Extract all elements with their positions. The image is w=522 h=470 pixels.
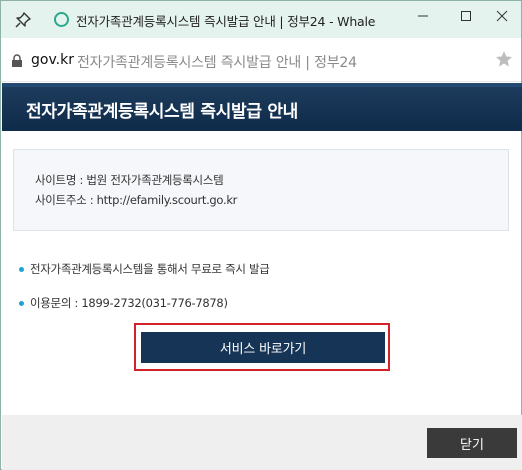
minimize-icon (418, 15, 428, 17)
lock-icon[interactable] (11, 53, 23, 67)
service-shortcut-button[interactable]: 서비스 바로가기 (141, 332, 385, 363)
maximize-button[interactable] (448, 1, 484, 31)
list-item: 전자가족관계등록시스템을 통해서 무료로 즉시 발급 (19, 261, 270, 277)
address-bar[interactable]: gov.kr 전자가족관계등록시스템 즉시발급 안내 | 정부24 (1, 38, 521, 82)
page-title: 전자가족관계등록시스템 즉시발급 안내 (26, 102, 299, 122)
maximize-icon (461, 11, 471, 21)
browser-popup-window: 전자가족관계등록시스템 즉시발급 안내 | 정부24 - Whale gov.k… (0, 0, 522, 470)
address-domain: gov.kr (31, 52, 74, 68)
whale-favicon-icon (54, 12, 69, 27)
popup-header: 전자가족관계등록시스템 즉시발급 안내 (2, 83, 522, 131)
popup-footer: 닫기 (2, 415, 522, 470)
pin-icon[interactable] (13, 10, 33, 30)
minimize-button[interactable] (405, 1, 441, 31)
site-name: 사이트명 : 법원 전자가족관계등록시스템 (35, 173, 224, 187)
bullet-text: 전자가족관계등록시스템을 통해서 무료로 즉시 발급 (30, 262, 270, 276)
bullet-text: 이용문의 : 1899-2732(031-776-7878) (30, 296, 228, 310)
site-info-box: 사이트명 : 법원 전자가족관계등록시스템 사이트주소 : http://efa… (13, 149, 509, 231)
title-bar: 전자가족관계등록시스템 즉시발급 안내 | 정부24 - Whale (1, 1, 521, 38)
close-button[interactable]: 닫기 (427, 428, 517, 458)
star-icon[interactable] (495, 50, 513, 68)
bullet-icon (19, 300, 24, 306)
close-window-button[interactable] (484, 1, 520, 31)
site-address: 사이트주소 : http://efamily.scourt.go.kr (35, 193, 238, 207)
bullet-icon (19, 266, 24, 272)
window-title: 전자가족관계등록시스템 즉시발급 안내 | 정부24 - Whale (76, 14, 376, 29)
list-item: 이용문의 : 1899-2732(031-776-7878) (19, 295, 228, 311)
close-icon (496, 10, 508, 22)
address-page-title: 전자가족관계등록시스템 즉시발급 안내 | 정부24 (77, 55, 357, 71)
